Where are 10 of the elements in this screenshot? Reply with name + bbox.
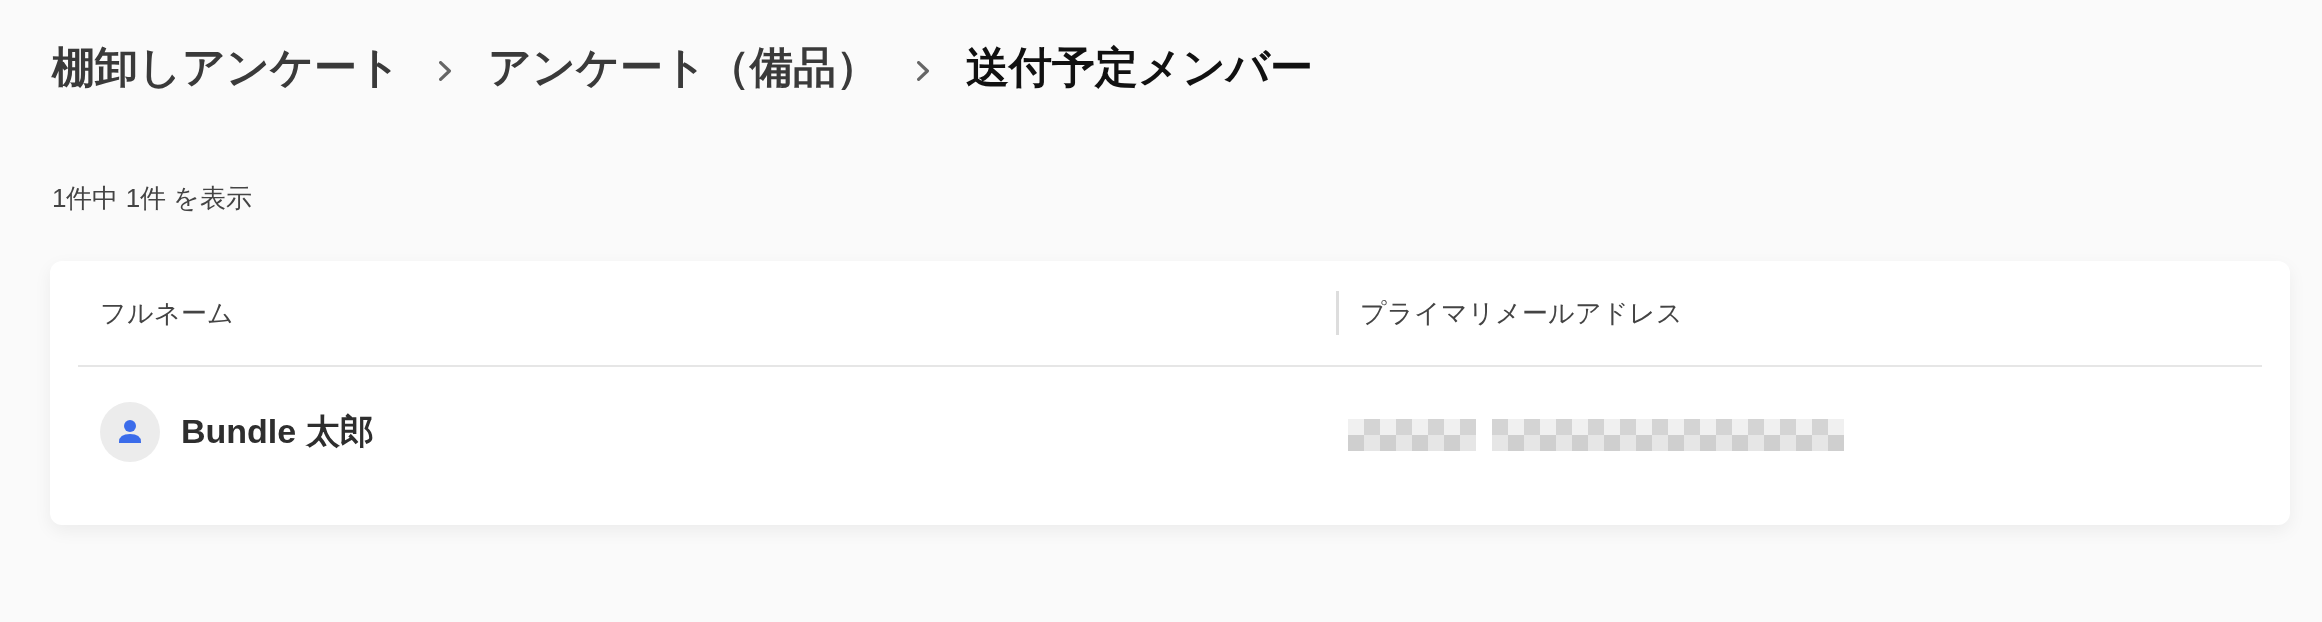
- chevron-icon: [439, 61, 452, 81]
- result-count: 1件中 1件 を表示: [51, 183, 253, 215]
- breadcrumb-link[interactable]: 棚卸しアンケート: [52, 42, 401, 94]
- chevron-icon: [917, 61, 930, 81]
- user-avatar-icon: [100, 402, 160, 463]
- column-header: プライマリメールアドレス: [1360, 296, 1683, 330]
- member-name: Bundle 太郎: [181, 411, 374, 453]
- page-title: 送付予定メンバー: [966, 42, 1313, 94]
- column-header: フルネーム: [100, 296, 234, 330]
- breadcrumb-link[interactable]: アンケート（備品）: [488, 42, 879, 94]
